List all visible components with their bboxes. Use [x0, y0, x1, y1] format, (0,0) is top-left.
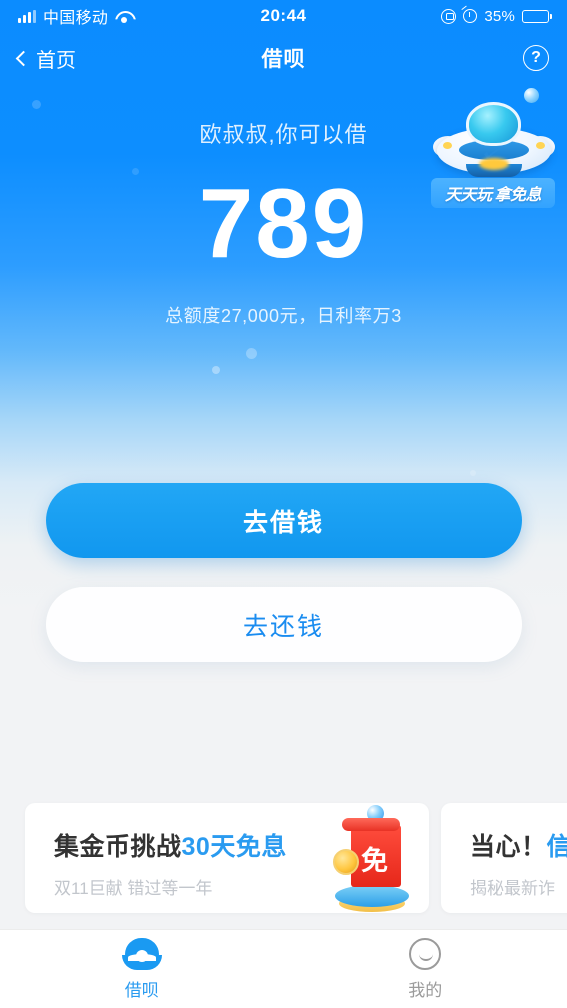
tab-mine-label: 我的	[408, 980, 443, 1000]
decor-bubble	[212, 366, 220, 374]
promo-card-title: 当心！信	[470, 827, 567, 863]
status-bar: 中国移动 20:44 35%	[0, 0, 567, 32]
navigation-bar: 首页 借呗 ?	[0, 34, 567, 82]
promo-card-title-highlight: 30天免息	[181, 833, 287, 861]
alarm-icon	[463, 9, 478, 23]
tab-jiebei[interactable]: 借呗	[0, 930, 284, 1008]
bottom-tab-bar: 借呗 我的	[0, 929, 567, 1008]
promo-badge-text-1: 天天玩	[444, 187, 492, 204]
borrow-button[interactable]: 去借钱	[45, 483, 522, 558]
help-icon[interactable]: ?	[523, 45, 549, 71]
rotation-lock-icon	[441, 8, 457, 24]
quota-text: 总额度27,000元，日利率万3	[165, 305, 402, 326]
shell-icon	[121, 937, 162, 970]
red-envelope-coin-icon: 免	[329, 805, 415, 913]
gold-coin-icon	[333, 849, 359, 875]
ufo-mascot-icon	[433, 88, 555, 180]
tab-mine[interactable]: 我的	[284, 930, 567, 1008]
mascot-promo[interactable]: 天天玩 拿免息	[427, 86, 559, 221]
decor-bubble	[524, 88, 539, 103]
promo-card-list: 集金币挑战30天免息 双11巨献 错过等一年 免 当心！信 揭秘最新诈	[0, 803, 567, 913]
status-bar-right: 35%	[441, 7, 552, 25]
battery-percent-label: 35%	[484, 7, 515, 25]
repay-button[interactable]: 去还钱	[45, 587, 522, 662]
gift-illustration-char: 免	[361, 846, 388, 876]
battery-icon	[522, 9, 552, 23]
action-buttons: 去借钱 去还钱	[0, 483, 567, 662]
promo-badge-text-2: 拿免息	[494, 187, 542, 204]
promo-card-subtitle: 揭秘最新诈	[470, 879, 555, 898]
promo-card-title-highlight: 信	[546, 833, 567, 861]
promo-badge[interactable]: 天天玩 拿免息	[431, 178, 555, 208]
smiley-face-icon	[409, 937, 442, 970]
page-title: 借呗	[261, 48, 306, 71]
promo-card[interactable]: 集金币挑战30天免息 双11巨献 错过等一年 免	[25, 803, 429, 913]
decor-bubble	[470, 470, 476, 476]
decor-bubble	[246, 348, 257, 359]
promo-card-title-plain: 当心！	[470, 833, 547, 861]
promo-card-title-plain: 集金币挑战	[54, 833, 182, 861]
promo-card[interactable]: 当心！信 揭秘最新诈	[441, 803, 567, 913]
tab-jiebei-label: 借呗	[124, 980, 159, 1000]
